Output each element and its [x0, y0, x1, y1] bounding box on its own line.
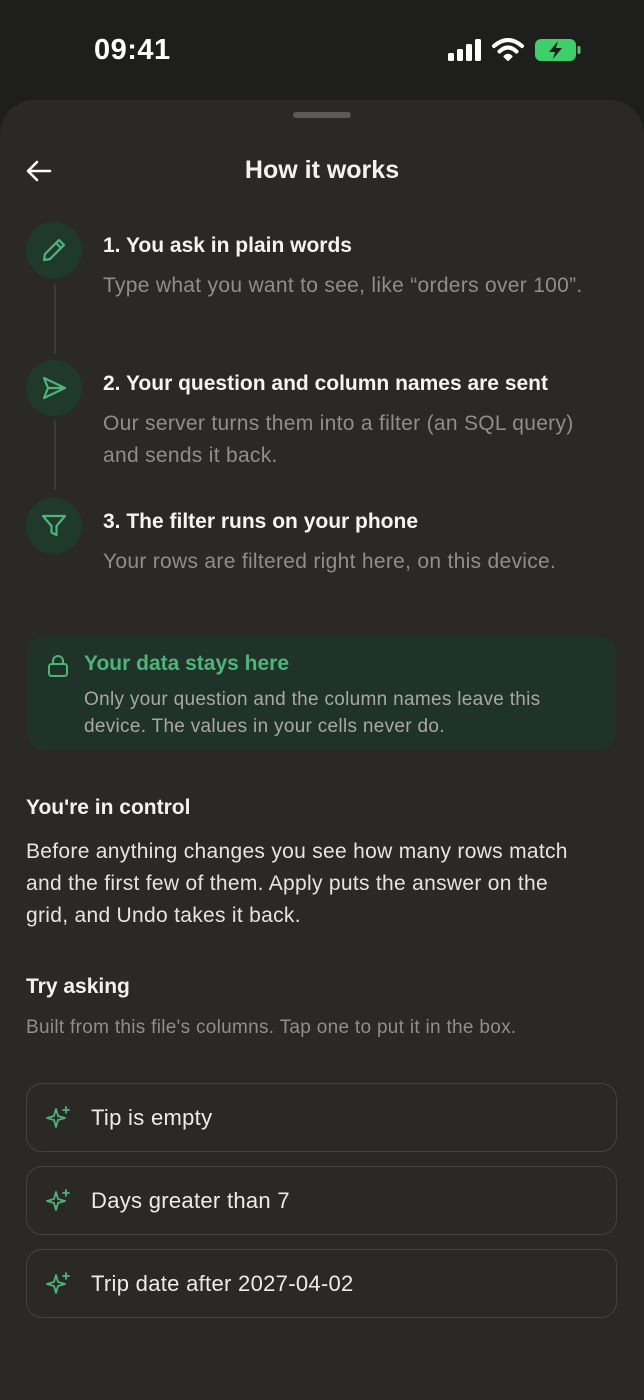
wifi-icon — [492, 38, 524, 61]
try-asking-heading: Try asking — [26, 975, 130, 998]
step-3: 3. The filter runs on your phone Your ro… — [26, 498, 616, 618]
step-title: 3. The filter runs on your phone — [103, 510, 419, 533]
control-body: Before anything changes you see how many… — [26, 840, 568, 927]
step-description: Type what you want to see, like “orders … — [103, 274, 583, 297]
privacy-card: Your data stays here Only your question … — [28, 636, 616, 750]
how-it-works-sheet: How it works 1. You ask in plain words T… — [0, 100, 644, 1400]
lock-icon — [48, 655, 68, 677]
suggestion-label: Days greater than 7 — [91, 1188, 290, 1213]
status-icons — [448, 38, 582, 62]
step-description: Your rows are filtered right here, on th… — [103, 550, 557, 573]
pencil-icon — [42, 238, 66, 262]
step-icon-circle — [26, 360, 82, 416]
step-2: 2. Your question and column names are se… — [26, 360, 616, 480]
suggestion-chip[interactable]: Days greater than 7 — [26, 1166, 617, 1235]
sparkle-icon — [46, 1189, 70, 1211]
send-icon — [42, 376, 67, 400]
suggestion-chip[interactable]: Tip is empty — [26, 1083, 617, 1152]
step-icon-circle — [26, 498, 82, 554]
sheet-grabber[interactable] — [293, 112, 351, 118]
suggestion-label: Tip is empty — [91, 1105, 213, 1130]
privacy-title: Your data stays here — [84, 652, 290, 675]
step-icon-circle — [26, 222, 82, 278]
suggestion-chip[interactable]: Trip date after 2027-04-02 — [26, 1249, 617, 1318]
control-heading: You're in control — [26, 796, 191, 819]
cellular-signal-icon — [448, 39, 481, 61]
privacy-description: Only your question and the column names … — [84, 689, 541, 737]
battery-charging-icon — [535, 39, 581, 61]
sparkle-icon — [46, 1272, 70, 1294]
page-title: How it works — [244, 156, 400, 184]
step-title: 2. Your question and column names are se… — [103, 372, 548, 395]
step-title: 1. You ask in plain words — [103, 234, 352, 257]
suggestion-label: Trip date after 2027-04-02 — [91, 1271, 354, 1296]
sparkle-icon — [46, 1106, 70, 1128]
status-time: 09:41 — [94, 34, 171, 66]
step-description: Our server turns them into a filter (an … — [103, 412, 574, 467]
step-1: 1. You ask in plain words Type what you … — [26, 222, 616, 342]
filter-icon — [41, 514, 67, 537]
status-bar: 09:41 — [0, 0, 644, 100]
try-asking-subtitle: Built from this file's columns. Tap one … — [26, 1017, 517, 1038]
